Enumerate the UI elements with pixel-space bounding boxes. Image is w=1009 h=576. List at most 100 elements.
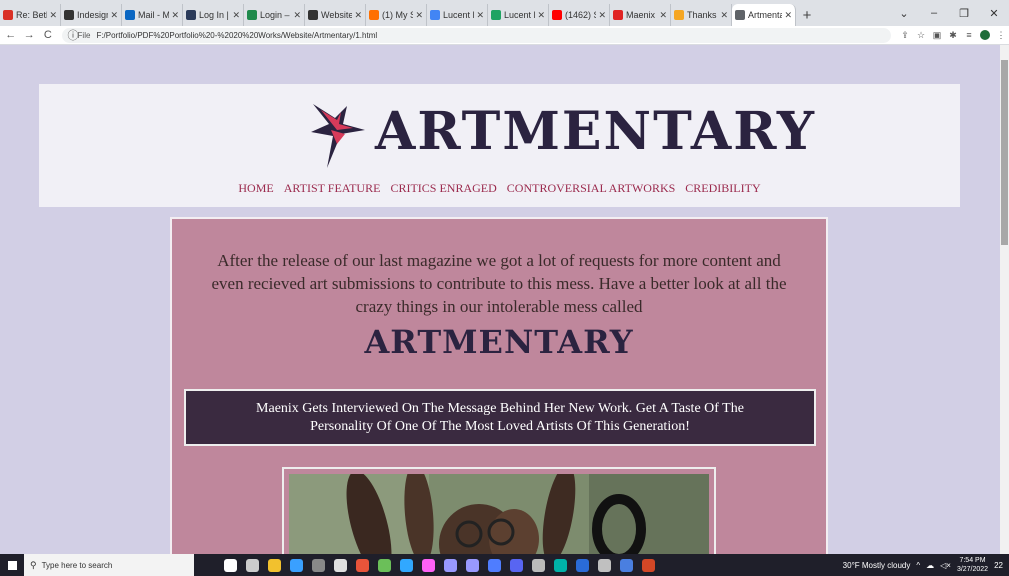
tab-close-icon[interactable]: ✕ — [171, 10, 179, 21]
browser-tab[interactable]: Mail - Maen✕ — [122, 4, 183, 26]
tab-close-icon[interactable]: ✕ — [598, 10, 606, 21]
extension-icon[interactable]: ▣ — [929, 30, 945, 41]
taskbar-app-icon[interactable] — [488, 558, 501, 572]
bookmark-star-icon[interactable]: ☆ — [913, 30, 929, 41]
weather-widget[interactable]: 30°F Mostly cloudy — [843, 561, 911, 570]
taskbar-app-icon[interactable] — [334, 558, 347, 572]
tab-favicon-icon — [674, 10, 684, 20]
tab-favicon-icon — [613, 10, 623, 20]
tab-title: (1) My Stori — [382, 10, 413, 20]
taskbar-app-icon[interactable] — [598, 558, 611, 572]
tab-title: Log In | Fee — [199, 10, 230, 20]
taskbar-app-icon[interactable] — [466, 558, 479, 572]
tab-close-icon[interactable]: ✕ — [659, 10, 667, 21]
restore-icon[interactable]: ❐ — [949, 0, 979, 26]
browser-tab[interactable]: Login – Edfi✕ — [244, 4, 305, 26]
minimize-icon[interactable]: – — [919, 0, 949, 26]
new-tab-button[interactable]: + — [796, 4, 818, 26]
close-window-icon[interactable]: ✕ — [979, 0, 1009, 26]
tab-close-icon[interactable]: ✕ — [110, 10, 118, 21]
tab-close-icon[interactable]: ✕ — [415, 10, 423, 21]
browser-tab[interactable]: (1) My Stori✕ — [366, 4, 427, 26]
taskbar-app-icon[interactable] — [356, 558, 369, 572]
browser-tab[interactable]: (1462) Strea✕ — [549, 4, 610, 26]
browser-toolbar: ← → C ⓘ File F:/Portfolio/PDF%20Portfoli… — [0, 26, 1009, 45]
nav-link-controversial-artworks[interactable]: CONTROVERSIAL ARTWORKS — [507, 181, 676, 196]
taskbar-app-icon[interactable] — [444, 558, 457, 572]
tab-close-icon[interactable]: ✕ — [537, 10, 545, 21]
profile-avatar[interactable] — [979, 30, 990, 40]
taskbar-app-icon[interactable] — [422, 558, 435, 572]
browser-tab[interactable]: Lucent Bea✕ — [488, 4, 549, 26]
clock[interactable]: 7:54 PM 3/27/2022 — [957, 556, 988, 574]
tray-chevron-icon[interactable]: ^ — [916, 561, 920, 570]
browser-tab[interactable]: Indesign Tu✕ — [61, 4, 122, 26]
taskbar-app-icon[interactable] — [576, 558, 589, 572]
taskbar-app-icon[interactable] — [532, 558, 545, 572]
tab-favicon-icon — [369, 10, 379, 20]
back-icon[interactable]: ← — [3, 29, 19, 41]
browser-tab[interactable]: Website De✕ — [305, 4, 366, 26]
tab-title: Artmentary — [748, 10, 782, 20]
tab-title: Lucent Bea — [443, 10, 474, 20]
tab-close-icon[interactable]: ✕ — [720, 10, 728, 21]
share-icon[interactable]: ⇪ — [897, 30, 913, 41]
tab-favicon-icon — [491, 10, 501, 20]
browser-tab[interactable]: Thanks — I✕ — [671, 4, 732, 26]
taskbar-app-icon[interactable] — [268, 558, 281, 572]
menu-icon[interactable]: ⋮ — [993, 30, 1009, 41]
puzzle-icon[interactable]: ✱ — [945, 30, 961, 41]
reading-list-icon[interactable]: ≡ — [961, 30, 977, 40]
taskbar-app-icon[interactable] — [312, 558, 325, 572]
notification-badge[interactable]: 22 — [994, 561, 1003, 570]
nav-link-artist-feature[interactable]: ARTIST FEATURE — [284, 181, 381, 196]
browser-tab[interactable]: Lucent Bea✕ — [427, 4, 488, 26]
scrollbar-thumb[interactable] — [1001, 60, 1008, 245]
taskbar-app-icon[interactable] — [378, 558, 391, 572]
taskbar-app-icon[interactable] — [290, 558, 303, 572]
browser-tab[interactable]: Maenix She✕ — [610, 4, 671, 26]
taskbar-search[interactable]: ⚲ Type here to search — [24, 554, 194, 576]
tab-close-icon[interactable]: ✕ — [293, 10, 301, 21]
tab-close-icon[interactable]: ✕ — [232, 10, 240, 21]
taskbar-search-placeholder: Type here to search — [41, 560, 113, 570]
address-bar[interactable]: ⓘ File F:/Portfolio/PDF%20Portfolio%20-%… — [61, 27, 891, 43]
taskbar-app-icon[interactable] — [246, 558, 259, 572]
tab-close-icon[interactable]: ✕ — [784, 10, 792, 21]
tab-favicon-icon — [3, 10, 13, 20]
tab-close-icon[interactable]: ✕ — [354, 10, 362, 21]
nav-link-critics-enraged[interactable]: CRITICS ENRAGED — [390, 181, 496, 196]
reload-icon[interactable]: C — [40, 29, 56, 41]
feature-banner[interactable]: Maenix Gets Interviewed On The Message B… — [184, 389, 816, 446]
nav-link-home[interactable]: HOME — [238, 181, 273, 196]
browser-tab[interactable]: Re: Bethleh✕ — [0, 4, 61, 26]
nav-link-credibility[interactable]: CREDIBILITY — [685, 181, 760, 196]
content-panel: After the release of our last magazine w… — [170, 217, 828, 569]
volume-icon[interactable]: ◁× — [940, 561, 951, 570]
tab-title: Mail - Maen — [138, 10, 170, 20]
browser-tab[interactable]: Log In | Fee✕ — [183, 4, 244, 26]
start-button[interactable] — [0, 554, 24, 576]
taskbar-app-icon[interactable] — [400, 558, 413, 572]
info-icon[interactable]: ⓘ — [68, 27, 79, 43]
site-logo[interactable]: ARTMENTARY — [307, 96, 814, 171]
taskbar-app-icon[interactable] — [554, 558, 567, 572]
window-tabs-dropdown-icon[interactable]: ⌄ — [889, 0, 919, 26]
tab-favicon-icon — [64, 10, 74, 20]
browser-tab[interactable]: Artmentary✕ — [732, 4, 796, 26]
taskbar-app-icon[interactable] — [224, 558, 237, 572]
tab-close-icon[interactable]: ✕ — [49, 10, 57, 21]
forward-icon[interactable]: → — [22, 29, 38, 41]
tab-favicon-icon — [247, 10, 257, 20]
network-icon[interactable]: ☁ — [926, 561, 934, 570]
clock-time: 7:54 PM — [959, 557, 986, 564]
tab-close-icon[interactable]: ✕ — [476, 10, 484, 21]
taskbar-app-icon[interactable] — [620, 558, 633, 572]
taskbar-app-icon[interactable] — [510, 558, 523, 572]
page-scrollbar[interactable] — [1000, 45, 1009, 554]
tab-title: Re: Bethleh — [16, 10, 47, 20]
taskbar-app-icon[interactable] — [642, 558, 655, 572]
window-controls: ⌄ – ❐ ✕ — [889, 0, 1009, 26]
star-bolt-logo-icon — [311, 104, 365, 168]
address-url: F:/Portfolio/PDF%20Portfolio%20-%2020%20… — [96, 30, 378, 40]
